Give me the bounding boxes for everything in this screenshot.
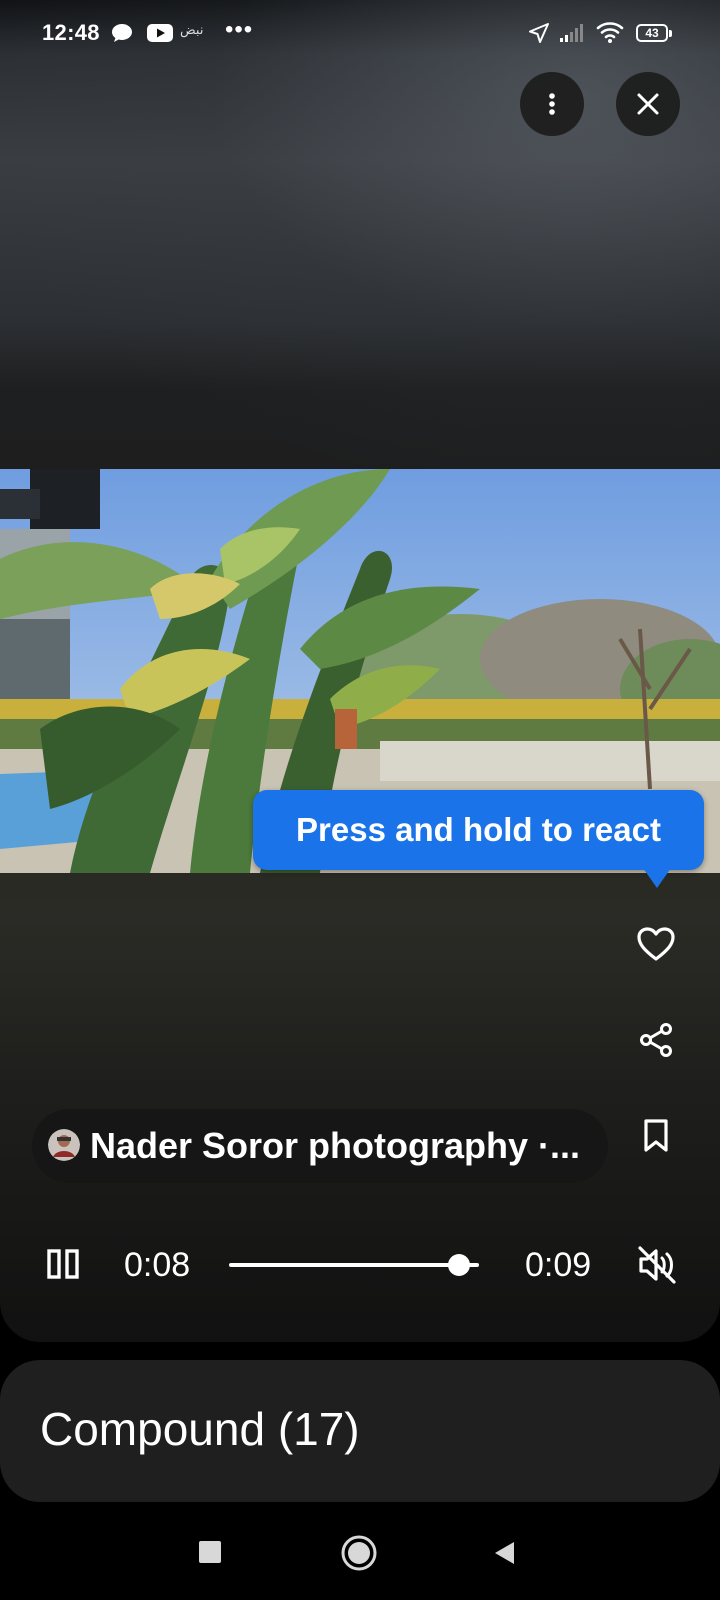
close-icon [637, 93, 659, 115]
heart-icon [637, 927, 675, 961]
more-options-button[interactable] [520, 72, 584, 136]
share-icon [640, 1023, 672, 1057]
like-button[interactable] [630, 918, 682, 970]
more-vertical-icon [549, 93, 555, 115]
home-button[interactable] [340, 1534, 378, 1572]
progress-track[interactable] [229, 1263, 479, 1267]
youtube-icon [147, 24, 173, 42]
status-more-dots: ••• [225, 16, 254, 43]
battery-level: 43 [645, 26, 659, 40]
video-player[interactable]: 12:48 نبض ••• 43 Press and hold to react… [0, 0, 720, 1342]
share-button[interactable] [630, 1014, 682, 1066]
message-icon [112, 24, 132, 42]
status-time: 12:48 [42, 20, 100, 45]
channel-chip[interactable]: Nader Soror photography ·... [32, 1109, 608, 1183]
channel-name: Nader Soror photography ·... [90, 1125, 581, 1166]
battery-icon: 43 [636, 24, 674, 44]
channel-avatar [48, 1129, 80, 1161]
background-glow [0, 0, 720, 470]
recents-button[interactable] [199, 1541, 221, 1563]
duration-time: 0:09 [525, 1246, 592, 1284]
react-tooltip: Press and hold to react [253, 790, 704, 870]
wifi-icon [596, 22, 624, 43]
status-arabic-label: نبض [180, 22, 204, 37]
signal-icon [560, 24, 583, 42]
tooltip-arrow [643, 868, 671, 888]
close-button[interactable] [616, 72, 680, 136]
compound-card[interactable]: Compound (17) [0, 1360, 720, 1502]
progress-thumb[interactable] [448, 1254, 470, 1276]
current-time: 0:08 [124, 1246, 191, 1284]
status-bar: 12:48 نبض ••• 43 [0, 0, 720, 70]
card-title: Compound (17) [40, 1403, 360, 1455]
bookmark-icon [644, 1119, 668, 1152]
location-icon [529, 23, 549, 43]
pause-button[interactable] [44, 1244, 82, 1284]
mute-button[interactable] [636, 1244, 678, 1286]
save-button[interactable] [630, 1110, 682, 1162]
back-button[interactable] [492, 1540, 516, 1566]
